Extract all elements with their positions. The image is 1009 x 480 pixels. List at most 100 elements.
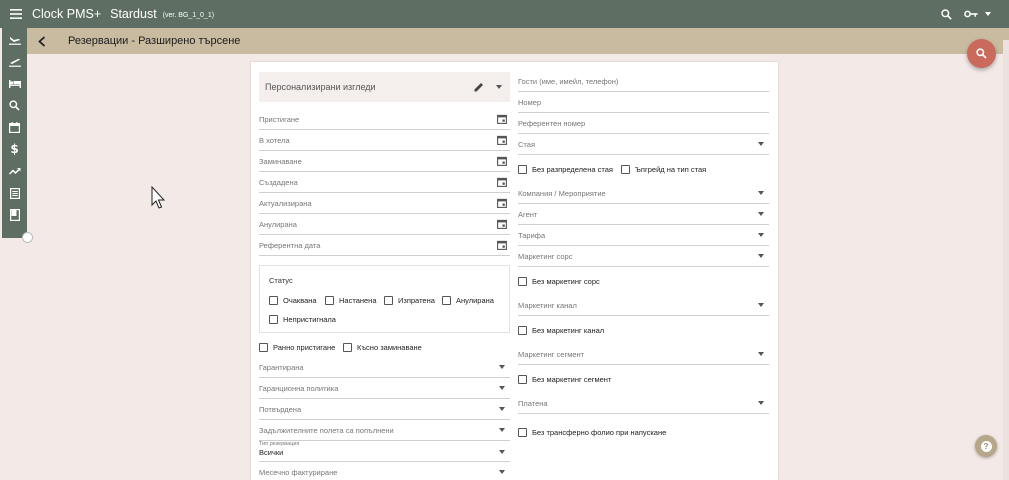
checkbox-box xyxy=(621,165,630,174)
sidebar-item-book[interactable] xyxy=(2,204,27,226)
updated-date-field[interactable]: Актуализирана xyxy=(259,193,510,214)
calendar-icon[interactable] xyxy=(494,216,510,232)
status-group: Статус Очаквана Настанена Изпратена Анул… xyxy=(259,265,510,333)
sidebar-item-reports[interactable] xyxy=(2,182,27,204)
marketing-channel-label: Маркетинг канал xyxy=(518,300,577,310)
caret-down-icon xyxy=(753,346,769,362)
caret-down-icon xyxy=(494,444,510,460)
calendar-icon[interactable] xyxy=(494,195,510,211)
departure-date-field[interactable]: Заминаване xyxy=(259,151,510,172)
required-fields-label: Задължителните полета са попълнени xyxy=(259,425,394,435)
no-marketing-segment-checkbox[interactable]: Без маркетинг сегмент xyxy=(518,375,611,384)
marketing-segment-label: Маркетинг сегмент xyxy=(518,349,585,359)
calendar-icon[interactable] xyxy=(494,153,510,169)
top-app-bar: Clock PMS+ Stardust (ver. BG_1_0_1) xyxy=(0,0,1009,28)
reference-number-input[interactable]: Референтен номер xyxy=(518,113,769,134)
confirmed-select[interactable]: Потвърдена xyxy=(259,399,510,420)
calendar-icon[interactable] xyxy=(494,237,510,253)
guarantee-policy-select[interactable]: Гаранционна политика xyxy=(259,378,510,399)
user-menu-button[interactable] xyxy=(959,0,995,28)
reservation-type-value: Всички xyxy=(259,448,284,457)
back-button[interactable] xyxy=(27,28,57,54)
required-fields-select[interactable]: Задължителните полета са попълнени xyxy=(259,420,510,441)
paid-select[interactable]: Платена xyxy=(518,393,769,414)
caret-down-icon xyxy=(494,422,510,438)
calendar-icon[interactable] xyxy=(494,174,510,190)
guaranteed-label: Гарантирана xyxy=(259,362,304,372)
marketing-source-select[interactable]: Маркетинг сорс xyxy=(518,246,769,267)
room-upgrade-checkbox[interactable]: Ъпгрейд на тип стая xyxy=(621,165,706,174)
status-expected-checkbox[interactable]: Очаквана xyxy=(269,296,317,305)
search-button[interactable] xyxy=(933,0,959,28)
report-icon xyxy=(9,187,20,199)
company-event-label: Компания / Мероприятие xyxy=(518,188,606,198)
number-input[interactable]: Номер xyxy=(518,92,769,113)
caret-down-icon xyxy=(496,85,502,89)
caret-down-icon xyxy=(753,297,769,313)
sidebar-expand-handle[interactable] xyxy=(22,232,33,243)
search-icon xyxy=(940,8,952,20)
reference-date-field[interactable]: Референтна дата xyxy=(259,235,510,256)
no-marketing-source-checkbox[interactable]: Без маркетинг сорс xyxy=(518,277,600,286)
help-icon: ? xyxy=(980,440,992,452)
company-event-select[interactable]: Компания / Мероприятие xyxy=(518,183,769,204)
caret-down-icon xyxy=(753,206,769,222)
sidebar-item-calendar[interactable] xyxy=(2,116,27,138)
checkbox-box xyxy=(269,296,278,305)
cancelled-date-field[interactable]: Анулирана xyxy=(259,214,510,235)
status-checked-in-checkbox[interactable]: Настанена xyxy=(325,296,377,305)
search-fab[interactable] xyxy=(967,39,996,68)
marketing-segment-select[interactable]: Маркетинг сегмент xyxy=(518,344,769,365)
reservation-type-select[interactable]: Тип резервация Всички xyxy=(259,441,510,462)
calendar-icon[interactable] xyxy=(494,111,510,127)
search-icon xyxy=(9,99,20,111)
no-room-assigned-checkbox[interactable]: Без разпределена стая xyxy=(518,165,613,174)
room-upgrade-label: Ъпгрейд на тип стая xyxy=(635,165,707,174)
edit-view-button[interactable] xyxy=(470,78,488,96)
caret-down-icon xyxy=(494,359,510,375)
no-marketing-source-label: Без маркетинг сорс xyxy=(532,277,600,286)
calendar-icon[interactable] xyxy=(494,132,510,148)
in-house-date-field[interactable]: В хотела xyxy=(259,130,510,151)
arrival-date-field[interactable]: Пристигане xyxy=(259,109,510,130)
early-arrival-label: Ранно пристигане xyxy=(273,343,336,352)
created-date-label: Създадена xyxy=(259,177,298,187)
sidebar-item-departures[interactable] xyxy=(2,50,27,72)
pencil-icon xyxy=(474,83,483,92)
rate-select[interactable]: Тарифа xyxy=(518,225,769,246)
trending-up-icon xyxy=(8,167,21,175)
sidebar-item-statistics[interactable] xyxy=(2,160,27,182)
caret-down-icon xyxy=(753,136,769,152)
guaranteed-select[interactable]: Гарантирана xyxy=(259,357,510,378)
sidebar-item-billing[interactable]: $ xyxy=(2,138,27,160)
marketing-channel-select[interactable]: Маркетинг канал xyxy=(518,295,769,316)
menu-button[interactable] xyxy=(2,0,30,28)
in-house-date-label: В хотела xyxy=(259,135,290,145)
status-no-show-checkbox[interactable]: Непристигнала xyxy=(269,315,336,324)
early-arrival-checkbox[interactable]: Ранно пристигане xyxy=(259,343,335,352)
no-marketing-channel-checkbox[interactable]: Без маркетинг канал xyxy=(518,326,604,335)
checkbox-box xyxy=(518,375,527,384)
sidebar-item-search[interactable] xyxy=(2,94,27,116)
custom-views-dropdown[interactable]: Персонализирани изгледи xyxy=(259,72,510,102)
room-select[interactable]: Стая xyxy=(518,134,769,155)
views-dropdown-toggle[interactable] xyxy=(488,78,510,96)
agent-select[interactable]: Агент xyxy=(518,204,769,225)
late-departure-checkbox[interactable]: Късно заминаване xyxy=(343,343,422,352)
sidebar-item-arrivals[interactable] xyxy=(2,28,27,50)
no-transfer-folio-checkbox[interactable]: Без трансферно фолио при напускане xyxy=(518,428,666,437)
help-button[interactable]: ? xyxy=(975,435,997,457)
status-cancelled-checkbox[interactable]: Анулирана xyxy=(442,296,494,305)
calendar-icon xyxy=(9,121,20,133)
hotel-name[interactable]: Stardust xyxy=(110,7,157,21)
status-checked-out-checkbox[interactable]: Изпратена xyxy=(384,296,435,305)
paid-label: Платена xyxy=(518,398,548,408)
number-label: Номер xyxy=(518,97,542,107)
sidebar-item-rooms[interactable] xyxy=(2,72,27,94)
page-scrollbar[interactable] xyxy=(1003,40,1009,480)
created-date-field[interactable]: Създадена xyxy=(259,172,510,193)
updated-date-label: Актуализирана xyxy=(259,198,312,208)
guests-input[interactable]: Гости (име, имейл, телефон) xyxy=(518,71,769,92)
monthly-billing-select[interactable]: Месечно фактуриране xyxy=(259,462,510,480)
back-arrow-icon xyxy=(38,35,46,47)
